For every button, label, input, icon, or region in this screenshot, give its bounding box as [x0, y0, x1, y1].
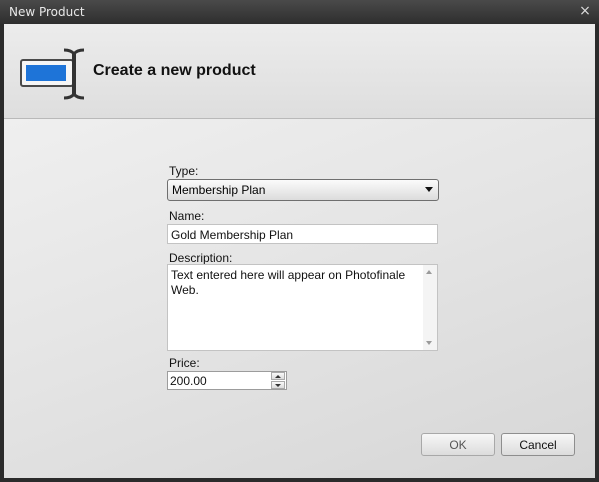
name-field[interactable]: Gold Membership Plan: [167, 224, 438, 244]
close-icon[interactable]: ×: [577, 3, 593, 19]
name-label: Name:: [169, 209, 205, 223]
name-field-value: Gold Membership Plan: [171, 228, 294, 242]
description-field-value: Text entered here will appear on Photofi…: [171, 268, 406, 297]
scroll-down-icon[interactable]: [426, 341, 432, 345]
type-label: Type:: [169, 164, 199, 178]
new-product-dialog: New Product × Create a new product Type:…: [0, 0, 599, 482]
page-title: Create a new product: [93, 62, 256, 79]
window-title: New Product: [9, 5, 85, 19]
type-select[interactable]: Membership Plan: [167, 179, 439, 201]
decrement-button[interactable]: [271, 381, 285, 389]
dialog-body: Create a new product Type: Membership Pl…: [4, 24, 595, 478]
price-label: Price:: [169, 356, 200, 370]
arrow-up-icon: [275, 375, 281, 378]
description-field[interactable]: Text entered here will appear on Photofi…: [167, 264, 438, 351]
text-field-icon: [20, 48, 85, 100]
ok-button[interactable]: OK: [421, 433, 495, 456]
increment-button[interactable]: [271, 372, 285, 380]
cancel-button[interactable]: Cancel: [501, 433, 575, 456]
scroll-up-icon[interactable]: [426, 270, 432, 274]
price-spinner: [271, 372, 286, 389]
price-stepper-value: 200.00: [170, 374, 207, 388]
arrow-down-icon: [275, 384, 281, 387]
description-label: Description:: [169, 251, 233, 265]
title-bar: New Product ×: [0, 0, 599, 24]
chevron-down-icon[interactable]: [425, 187, 433, 192]
dialog-header: Create a new product: [4, 24, 595, 119]
description-scrollbar[interactable]: [423, 265, 437, 350]
price-stepper[interactable]: 200.00: [167, 371, 287, 390]
type-select-value: Membership Plan: [172, 183, 266, 197]
